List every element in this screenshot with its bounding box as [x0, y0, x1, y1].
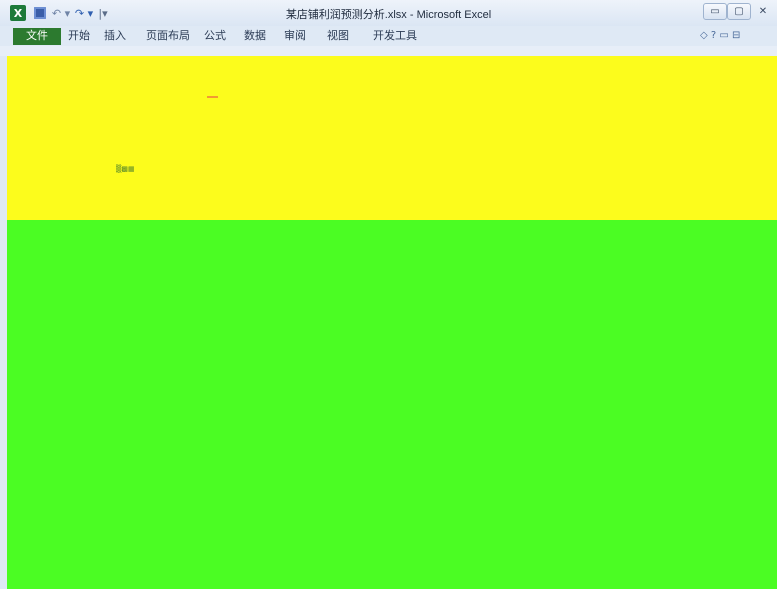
tab-view[interactable]: 视图	[327, 28, 349, 44]
window-left-border	[0, 56, 7, 589]
title-bar: X ↶ ▾ ↷ ▾ |▾ 某店铺利润预测分析.xlsx - Microsoft …	[0, 0, 777, 26]
tab-developer[interactable]: 开发工具	[373, 28, 417, 44]
tab-home[interactable]: 开始	[68, 28, 90, 44]
tab-review[interactable]: 审阅	[284, 28, 306, 44]
maximize-button[interactable]: ▢	[727, 3, 751, 20]
tab-data[interactable]: 数据	[244, 28, 266, 44]
ribbon-body	[0, 46, 777, 56]
accent-mark	[207, 96, 218, 98]
ribbon-tab-bar: 文件 开始 插入 页面布局 公式 数据 审阅 视图 开发工具 ◇ ? ▭ ⊟	[0, 26, 777, 46]
close-button[interactable]: ✕	[751, 3, 775, 20]
excel-window: X ↶ ▾ ↷ ▾ |▾ 某店铺利润预测分析.xlsx - Microsoft …	[0, 0, 777, 589]
worksheet-overlay-region[interactable]	[7, 220, 777, 589]
ribbon-overlay-region	[7, 56, 777, 220]
window-title: 某店铺利润预测分析.xlsx - Microsoft Excel	[285, 9, 492, 21]
tab-page-layout[interactable]: 页面布局	[146, 28, 190, 44]
cell-marker: ▒▩▦	[116, 165, 135, 173]
minimize-button[interactable]: ▭	[703, 3, 727, 20]
tab-file[interactable]: 文件	[13, 28, 61, 45]
tab-formulas[interactable]: 公式	[204, 28, 226, 44]
tab-insert[interactable]: 插入	[104, 28, 126, 44]
help-icon[interactable]: ◇ ? ▭ ⊟	[700, 30, 740, 41]
